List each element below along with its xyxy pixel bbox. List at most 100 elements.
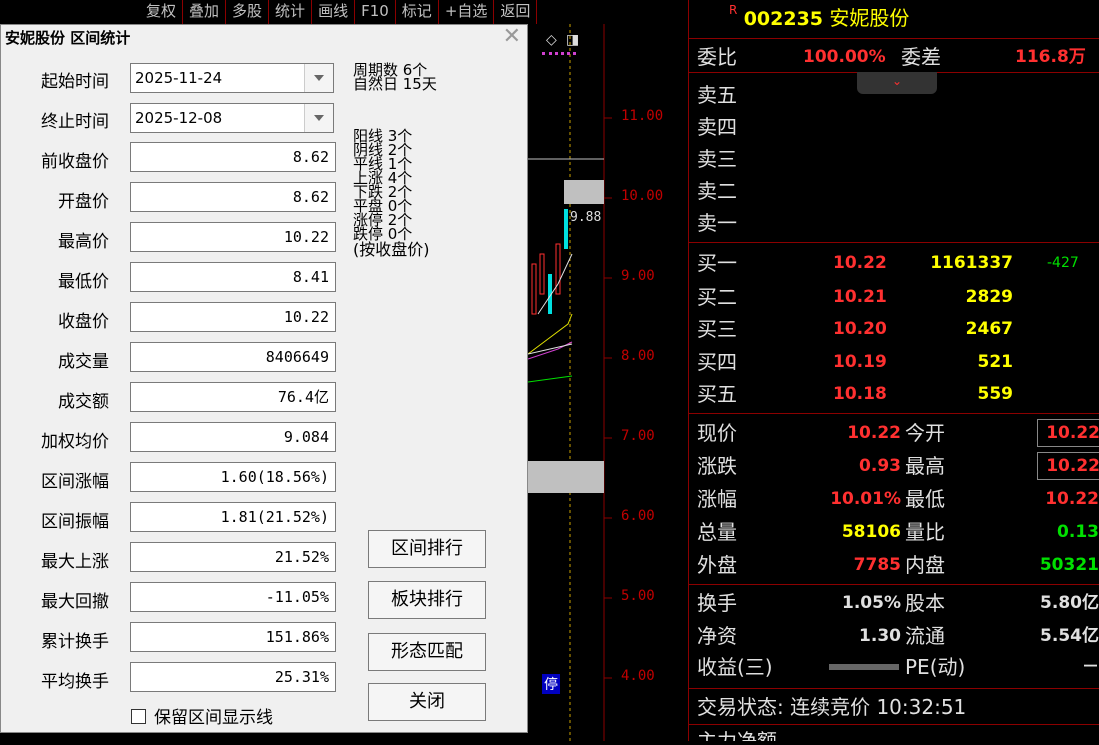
buy-label: 买一 <box>697 251 737 275</box>
buy-volume: 521 <box>977 352 1014 372</box>
field-label: 区间涨幅 <box>41 472 109 492</box>
toolbar-huaxian[interactable]: 画线 <box>312 0 356 24</box>
stat-label: 涨跌 <box>697 454 737 478</box>
buy-row-5: 买五 10.18 559 <box>697 377 1097 411</box>
field-label: 最大回撤 <box>41 592 109 612</box>
buy-label: 买三 <box>697 317 737 341</box>
sell-4: 卖四 <box>697 115 737 139</box>
high-field: 10.22 <box>130 222 336 252</box>
stat-label: 内盘 <box>905 553 945 577</box>
buy-row-2: 买二 10.21 2829 <box>697 280 1097 314</box>
field-label: 成交额 <box>58 392 109 412</box>
sector-rank-button[interactable]: 板块排行 <box>368 581 486 619</box>
buy-volume: 1161337 <box>930 253 1013 273</box>
weibi-value: 100.00% <box>803 47 886 67</box>
pattern-match-button[interactable]: 形态匹配 <box>368 633 486 671</box>
stock-code: 002235 <box>743 8 824 30</box>
stat-value: 5.80亿 <box>1040 593 1099 613</box>
buy-volume: 2829 <box>965 287 1013 307</box>
candle <box>564 209 568 249</box>
range-band-high <box>564 180 604 204</box>
buy-label: 买四 <box>697 350 737 374</box>
candle <box>539 253 545 295</box>
prev-close-field: 8.62 <box>130 142 336 172</box>
field-label: 加权均价 <box>41 432 109 452</box>
stat-value: 10.22 <box>1037 452 1099 480</box>
diamond-icon[interactable]: ◇ <box>546 32 557 48</box>
amount-field: 76.4亿 <box>130 382 336 412</box>
marker-dots <box>542 52 576 58</box>
stock-name: 安妮股份 <box>829 6 910 30</box>
kline-svg <box>527 24 612 741</box>
stat-value: 50321 <box>1039 555 1099 575</box>
keep-line-checkbox[interactable] <box>131 709 146 724</box>
buy-price: 10.18 <box>833 384 887 404</box>
toolbar-zixuan[interactable]: +自选 <box>439 0 495 24</box>
sell-2: 卖二 <box>697 179 737 203</box>
range-change-field: 1.60(18.56%) <box>130 462 336 492</box>
divider <box>689 688 1099 689</box>
sell-5: 卖五 <box>697 83 737 107</box>
buy-price: 10.19 <box>833 352 887 372</box>
toolbar-biaoji[interactable]: 标记 <box>396 0 439 24</box>
stat-value: 0.13 <box>1057 522 1099 542</box>
y-label: 10.00 <box>621 188 664 204</box>
stat-value: － <box>1082 657 1099 677</box>
stock-header: R 002235 安妮股份 <box>729 0 909 36</box>
start-date-select[interactable]: 2025-11-24 <box>130 63 334 93</box>
range-stats-dialog: 安妮股份 区间统计 ✕ 起始时间 2025-11-24 终止时间 2025-12… <box>0 24 528 733</box>
expand-chevron-icon[interactable]: ⌄ <box>857 72 937 94</box>
keep-line-option[interactable]: 保留区间显示线 <box>131 703 273 728</box>
range-rank-button[interactable]: 区间排行 <box>368 530 486 568</box>
stat-label: 股本 <box>905 591 945 615</box>
buy-label: 买五 <box>697 382 737 406</box>
ma-line <box>527 313 573 355</box>
weibi-row: 委比 100.00% 委差 116.8万 <box>697 40 1097 74</box>
buy-price: 10.22 <box>833 253 887 273</box>
toolbar-duogu[interactable]: 多股 <box>226 0 270 24</box>
y-ticks <box>604 117 612 679</box>
y-label: 7.00 <box>621 428 655 444</box>
toolbar-f10[interactable]: F10 <box>355 0 396 24</box>
stat-label: 净资 <box>697 624 737 648</box>
field-label: 区间振幅 <box>41 512 109 532</box>
field-label: 最大上涨 <box>41 552 109 572</box>
stat-label: 收益(三) <box>697 655 773 679</box>
open-field: 8.62 <box>130 182 336 212</box>
toolbar-diejia[interactable]: 叠加 <box>183 0 227 24</box>
close-button[interactable]: 关闭 <box>368 683 486 721</box>
max-drawdown-field: -11.05% <box>130 582 336 612</box>
y-label: 4.00 <box>621 668 655 684</box>
toolbar-tongji[interactable]: 统计 <box>269 0 313 24</box>
chevron-down-icon[interactable] <box>304 104 333 132</box>
stat-label: PE(动) <box>905 655 966 679</box>
weighted-avg-field: 9.084 <box>130 422 336 452</box>
kline-chart[interactable]: ◇ ◨ 11.00 10.00 9.00 8.00 7.00 6.00 5.00… <box>527 24 688 741</box>
toolbar-fanhui[interactable]: 返回 <box>494 0 538 24</box>
end-date-select[interactable]: 2025-12-08 <box>130 103 334 133</box>
buy-volume: 2467 <box>965 319 1013 339</box>
y-label: 9.00 <box>621 268 655 284</box>
chevron-down-icon[interactable] <box>304 64 333 92</box>
stat-limit-down: 跌停 0个 <box>353 225 413 243</box>
stat-value: 10.22 <box>1037 419 1099 447</box>
field-label: 前收盘价 <box>41 152 109 172</box>
buy-row-1: 买一 10.22 1161337 -427 <box>697 246 1097 280</box>
stat-label: 涨幅 <box>697 487 737 511</box>
stat-label: 今开 <box>905 421 945 445</box>
masked-value <box>829 664 899 670</box>
max-rise-field: 21.52% <box>130 542 336 572</box>
low-field: 8.41 <box>130 262 336 292</box>
y-label: 8.00 <box>621 348 655 364</box>
buy-volume: 559 <box>977 384 1014 404</box>
stat-row-5: 外盘 7785 内盘 50321 <box>697 548 1099 582</box>
field-label: 平均换手 <box>41 672 109 692</box>
weibi-label: 委比 <box>697 45 737 69</box>
keep-line-label: 保留区间显示线 <box>154 708 273 728</box>
buy-price: 10.20 <box>833 319 887 339</box>
stat-value: 10.01% <box>830 489 901 509</box>
close-icon[interactable]: ✕ <box>503 25 521 49</box>
stat-row-2: 涨跌 0.93 最高 10.22 <box>697 449 1099 483</box>
panel-toggle-icon[interactable]: ◨ <box>566 32 579 48</box>
toolbar-fuquan[interactable]: 复权 <box>140 0 184 24</box>
